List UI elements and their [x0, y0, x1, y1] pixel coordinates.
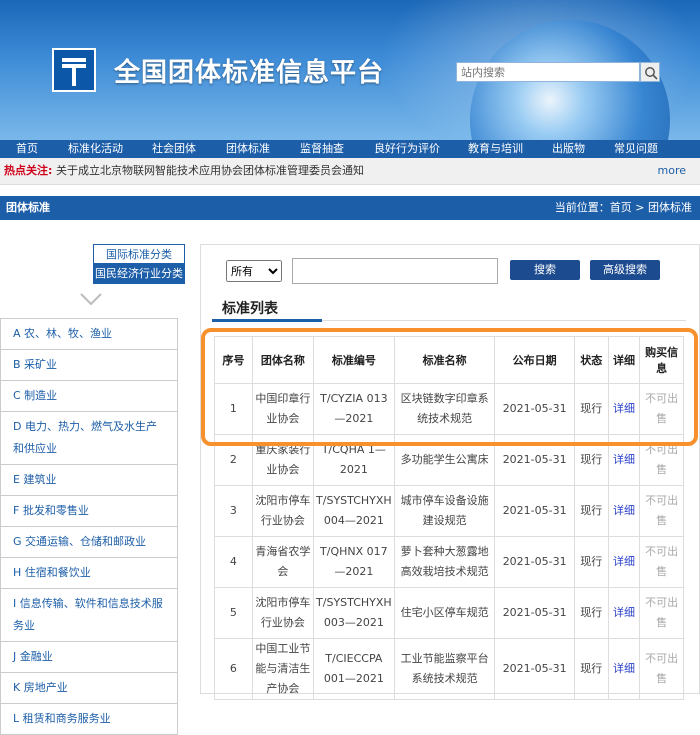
category-item[interactable]: D 电力、热力、燃气及水生产和供应业: [0, 412, 178, 465]
cell-code: T/SYSTCHYXH 004—2021: [313, 485, 395, 537]
site-search: [456, 62, 662, 82]
category-item[interactable]: J 金融业: [0, 642, 178, 673]
hot-label: 热点关注:: [4, 164, 53, 177]
detail-link[interactable]: 详细: [607, 587, 641, 639]
cell-index: 6: [214, 638, 253, 700]
category-item[interactable]: K 房地产业: [0, 673, 178, 704]
hot-topics-bar: 热点关注: 关于成立北京物联网智能技术应用协会团体标准管理委员会通知 more: [0, 158, 700, 185]
header-banner: 全国团体标准信息平台: [0, 0, 700, 140]
nav-faq[interactable]: 常见问题: [614, 140, 658, 158]
category-item[interactable]: C 制造业: [0, 381, 178, 412]
table-row: 5 沈阳市停车行业协会 T/SYSTCHYXH 003—2021 住宅小区停车规…: [214, 587, 684, 639]
tab-international-classification[interactable]: 国际标准分类: [93, 244, 185, 264]
cell-date: 2021-05-31: [494, 485, 575, 537]
cell-index: 5: [214, 587, 253, 639]
cell-code: T/CIECCPA 001—2021: [313, 638, 395, 700]
site-search-input[interactable]: [456, 62, 640, 82]
search-icon: [645, 67, 658, 80]
main-nav: 首页 标准化活动 社会团体 团体标准 监督抽查 良好行为评价 教育与培训 出版物…: [0, 140, 700, 158]
cell-buy: 不可出售: [639, 638, 684, 700]
nav-education[interactable]: 教育与培训: [468, 140, 523, 158]
section-bar: 团体标准 当前位置：首页 > 团体标准: [0, 196, 700, 220]
cell-org: 中国工业节能与清洁生产协会: [251, 638, 315, 700]
table-row: 3 沈阳市停车行业协会 T/SYSTCHYXH 004—2021 城市停车设备设…: [214, 485, 684, 537]
logo-icon[interactable]: [52, 48, 96, 92]
detail-link[interactable]: 详细: [607, 536, 641, 588]
cell-date: 2021-05-31: [494, 638, 575, 700]
hot-topic-link[interactable]: 关于成立北京物联网智能技术应用协会团体标准管理委员会通知: [56, 158, 364, 184]
cell-title[interactable]: 萝卜套种大葱露地高效栽培技术规范: [393, 536, 496, 588]
cell-title[interactable]: 城市停车设备设施建设规范: [393, 485, 496, 537]
table-row: 4 青海省农学会 T/QHNX 017—2021 萝卜套种大葱露地高效栽培技术规…: [214, 536, 684, 588]
category-list: A 农、林、牧、渔业 B 采矿业 C 制造业 D 电力、热力、燃气及水生产和供应…: [0, 318, 178, 735]
detail-link[interactable]: 详细: [607, 638, 641, 700]
cell-status: 现行: [573, 536, 609, 588]
cell-index: 3: [214, 485, 253, 537]
cell-status: 现行: [573, 638, 609, 700]
filter-select[interactable]: 所有: [226, 260, 282, 282]
standard-search-input[interactable]: [292, 258, 498, 284]
cell-org: 沈阳市停车行业协会: [251, 485, 315, 537]
detail-link[interactable]: 详细: [607, 485, 641, 537]
title-underline: [212, 319, 322, 322]
cell-org: 青海省农学会: [251, 536, 315, 588]
search-button[interactable]: 搜索: [510, 260, 580, 280]
cell-buy: 不可出售: [639, 587, 684, 639]
cell-status: 现行: [573, 485, 609, 537]
category-item[interactable]: I 信息传输、软件和信息技术服务业: [0, 589, 178, 642]
category-item[interactable]: B 采矿业: [0, 350, 178, 381]
nav-group-standards[interactable]: 团体标准: [226, 140, 270, 158]
more-link[interactable]: more: [658, 158, 687, 184]
cell-code: T/SYSTCHYXH 003—2021: [313, 587, 395, 639]
category-item[interactable]: E 建筑业: [0, 465, 178, 496]
category-item[interactable]: L 租赁和商务服务业: [0, 704, 178, 735]
cell-title[interactable]: 住宅小区停车规范: [393, 587, 496, 639]
nav-evaluation[interactable]: 良好行为评价: [374, 140, 440, 158]
site-search-button[interactable]: [640, 62, 660, 82]
advanced-search-button[interactable]: 高级搜索: [590, 260, 660, 280]
nav-standardization[interactable]: 标准化活动: [68, 140, 123, 158]
site-title[interactable]: 全国团体标准信息平台: [114, 52, 384, 89]
category-item[interactable]: H 住宿和餐饮业: [0, 558, 178, 589]
nav-supervision[interactable]: 监督抽查: [300, 140, 344, 158]
nav-associations[interactable]: 社会团体: [152, 140, 196, 158]
nav-publications[interactable]: 出版物: [552, 140, 585, 158]
category-item[interactable]: A 农、林、牧、渔业: [0, 318, 178, 350]
nav-home[interactable]: 首页: [16, 140, 38, 158]
section-title: 团体标准: [6, 201, 50, 214]
cell-code: T/QHNX 017—2021: [313, 536, 395, 588]
breadcrumb[interactable]: 当前位置：首页 > 团体标准: [555, 196, 692, 220]
cell-buy: 不可出售: [639, 536, 684, 588]
cell-date: 2021-05-31: [494, 587, 575, 639]
cell-org: 沈阳市停车行业协会: [251, 587, 315, 639]
table-row: 6 中国工业节能与清洁生产协会 T/CIECCPA 001—2021 工业节能监…: [214, 638, 684, 700]
category-item[interactable]: G 交通运输、仓储和邮政业: [0, 527, 178, 558]
tab-industry-classification[interactable]: 国民经济行业分类: [93, 264, 185, 284]
cell-index: 4: [214, 536, 253, 588]
highlight-box: [201, 328, 698, 446]
cell-date: 2021-05-31: [494, 536, 575, 588]
cell-status: 现行: [573, 587, 609, 639]
list-title: 标准列表: [222, 301, 278, 317]
chevron-down-icon[interactable]: [80, 292, 102, 306]
category-item[interactable]: F 批发和零售业: [0, 496, 178, 527]
cell-buy: 不可出售: [639, 485, 684, 537]
cell-title[interactable]: 工业节能监察平台系统技术规范: [393, 638, 496, 700]
